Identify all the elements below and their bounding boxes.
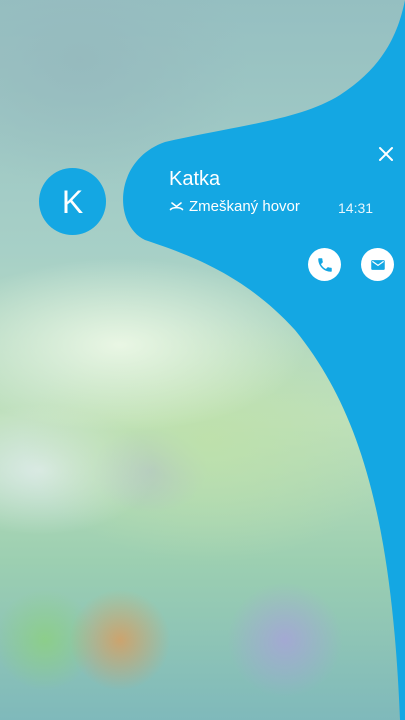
call-status-label: Zmeškaný hovor: [189, 198, 300, 215]
missed-call-icon: [169, 202, 184, 211]
close-button[interactable]: [376, 144, 396, 164]
message-button[interactable]: [361, 248, 394, 281]
call-button[interactable]: [308, 248, 341, 281]
avatar-initial: K: [61, 183, 84, 220]
call-status: Zmeškaný hovor: [169, 197, 300, 217]
contact-name: Katka: [169, 168, 221, 190]
call-time: 14:31: [338, 200, 374, 216]
edge-notification-panel: [123, 0, 405, 720]
contact-avatar[interactable]: K: [39, 168, 106, 235]
close-icon: [379, 147, 393, 161]
phone-icon: [317, 257, 332, 272]
message-icon: [370, 259, 385, 270]
